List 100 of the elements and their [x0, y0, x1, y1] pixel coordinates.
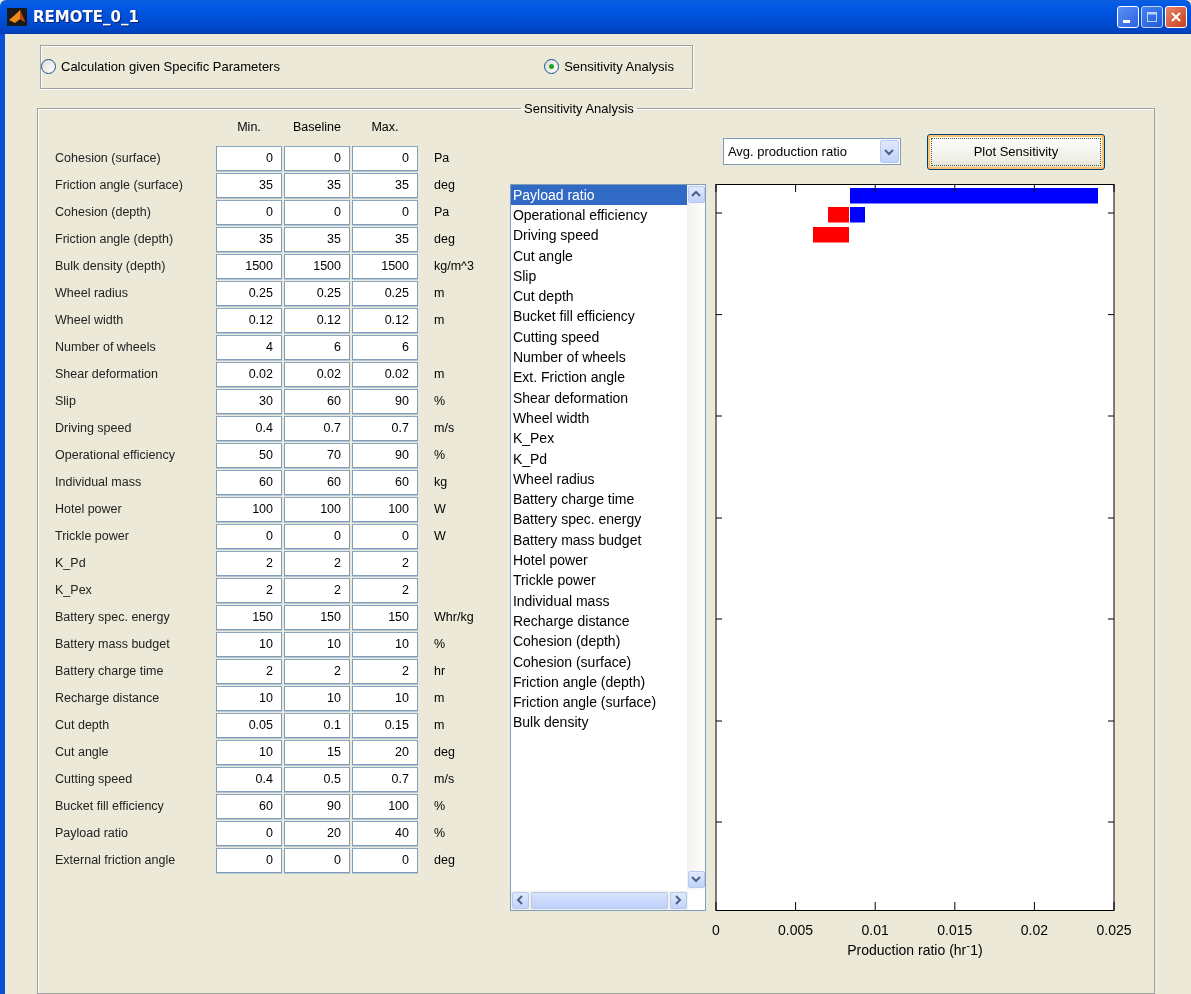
value-field[interactable]: 0.15 [352, 712, 418, 738]
value-field[interactable]: 0.12 [216, 307, 282, 333]
value-field[interactable]: 35 [216, 226, 282, 252]
list-item[interactable]: Driving speed [510, 225, 688, 246]
radio-button[interactable] [41, 59, 56, 75]
value-field[interactable]: 0 [216, 820, 282, 846]
value-field[interactable]: 2 [352, 658, 418, 684]
value-field[interactable]: 35 [216, 172, 282, 198]
value-field[interactable]: 2 [284, 658, 350, 684]
value-field[interactable]: 1500 [216, 253, 282, 279]
value-field[interactable]: 0 [352, 847, 418, 873]
list-item[interactable]: Battery charge time [510, 489, 688, 510]
value-field[interactable]: 2 [216, 550, 282, 576]
list-item[interactable]: Cut angle [510, 245, 688, 266]
list-item[interactable]: Cohesion (depth) [510, 631, 688, 652]
value-field[interactable]: 0 [284, 523, 350, 549]
value-field[interactable]: 90 [352, 388, 418, 414]
value-field[interactable]: 2 [216, 577, 282, 603]
value-field[interactable]: 1500 [284, 253, 350, 279]
value-field[interactable]: 0 [352, 199, 418, 225]
list-item[interactable]: Friction angle (surface) [510, 692, 688, 713]
value-field[interactable]: 20 [284, 820, 350, 846]
value-field[interactable]: 0 [352, 145, 418, 171]
list-item[interactable]: K_Pd [510, 448, 688, 469]
minimize-button[interactable] [1117, 6, 1139, 28]
list-item[interactable]: Shear deformation [510, 387, 688, 408]
output-dropdown[interactable]: Avg. production ratio [722, 138, 901, 166]
close-button[interactable] [1165, 6, 1187, 28]
value-field[interactable]: 2 [284, 577, 350, 603]
value-field[interactable]: 1500 [352, 253, 418, 279]
value-field[interactable]: 0.02 [216, 361, 282, 387]
value-field[interactable]: 40 [352, 820, 418, 846]
radio-label[interactable]: Calculation given Specific Parameters [61, 59, 280, 75]
value-field[interactable]: 60 [352, 469, 418, 495]
value-field[interactable]: 35 [352, 226, 418, 252]
list-item[interactable]: Trickle power [510, 570, 688, 591]
maximize-button[interactable] [1141, 6, 1163, 28]
value-field[interactable]: 100 [352, 793, 418, 819]
value-field[interactable]: 0 [284, 847, 350, 873]
value-field[interactable]: 90 [284, 793, 350, 819]
value-field[interactable]: 0.1 [284, 712, 350, 738]
value-field[interactable]: 0.4 [216, 415, 282, 441]
value-field[interactable]: 4 [216, 334, 282, 360]
list-item[interactable]: Wheel width [510, 407, 688, 429]
value-field[interactable]: 6 [284, 334, 350, 360]
value-field[interactable]: 10 [216, 739, 282, 765]
list-item[interactable]: Operational efficiency [510, 205, 688, 226]
value-field[interactable]: 70 [284, 442, 350, 468]
value-field[interactable]: 60 [216, 469, 282, 495]
list-item[interactable]: Payload ratio [510, 184, 688, 205]
scroll-down-button[interactable] [687, 870, 705, 888]
value-field[interactable]: 0.12 [352, 307, 418, 333]
scroll-up-button[interactable] [687, 185, 705, 203]
value-field[interactable]: 100 [352, 496, 418, 522]
value-field[interactable]: 0 [216, 523, 282, 549]
value-field[interactable]: 0.25 [284, 280, 350, 306]
value-field[interactable]: 0.7 [352, 766, 418, 792]
list-item[interactable]: Ext. Friction angle [510, 367, 688, 388]
value-field[interactable]: 150 [284, 604, 350, 630]
value-field[interactable]: 0 [216, 145, 282, 171]
value-field[interactable]: 30 [216, 388, 282, 414]
list-item[interactable]: Bucket fill efficiency [510, 306, 688, 327]
scroll-thumb[interactable] [530, 891, 668, 909]
list-item[interactable]: Bulk density [510, 712, 688, 733]
value-field[interactable]: 0 [216, 199, 282, 225]
value-field[interactable]: 0.12 [284, 307, 350, 333]
value-field[interactable]: 10 [352, 631, 418, 657]
value-field[interactable]: 0.4 [216, 766, 282, 792]
list-item[interactable]: Cutting speed [510, 326, 688, 348]
list-item[interactable]: Hotel power [510, 550, 688, 571]
list-item[interactable]: Battery spec. energy [510, 509, 688, 530]
value-field[interactable]: 0.25 [352, 280, 418, 306]
value-field[interactable]: 10 [216, 631, 282, 657]
value-field[interactable]: 10 [284, 631, 350, 657]
value-field[interactable]: 15 [284, 739, 350, 765]
value-field[interactable]: 0.5 [284, 766, 350, 792]
value-field[interactable]: 60 [284, 388, 350, 414]
value-field[interactable]: 35 [352, 172, 418, 198]
list-item[interactable]: Cohesion (surface) [510, 651, 688, 672]
value-field[interactable]: 100 [216, 496, 282, 522]
value-field[interactable]: 35 [284, 226, 350, 252]
value-field[interactable]: 2 [284, 550, 350, 576]
value-field[interactable]: 2 [352, 550, 418, 576]
value-field[interactable]: 100 [284, 496, 350, 522]
value-field[interactable]: 150 [352, 604, 418, 630]
value-field[interactable]: 0 [352, 523, 418, 549]
value-field[interactable]: 60 [216, 793, 282, 819]
value-field[interactable]: 10 [284, 685, 350, 711]
list-item[interactable]: Battery mass budget [510, 529, 688, 551]
plot-sensitivity-button[interactable]: Plot Sensitivity [926, 133, 1105, 170]
scroll-right-button[interactable] [669, 891, 687, 909]
value-field[interactable]: 2 [216, 658, 282, 684]
value-field[interactable]: 10 [352, 685, 418, 711]
value-field[interactable]: 60 [284, 469, 350, 495]
list-item[interactable]: Recharge distance [510, 610, 688, 632]
value-field[interactable]: 50 [216, 442, 282, 468]
value-field[interactable]: 150 [216, 604, 282, 630]
list-item[interactable]: Slip [510, 265, 688, 287]
value-field[interactable]: 0 [284, 199, 350, 225]
value-field[interactable]: 0.7 [284, 415, 350, 441]
